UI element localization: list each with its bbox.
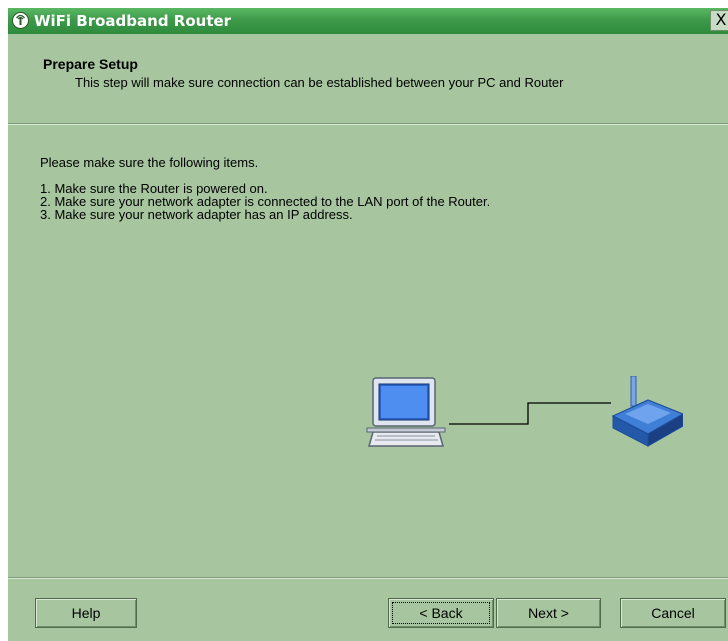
instructions-intro: Please make sure the following items. (40, 155, 259, 170)
checklist: 1. Make sure the Router is powered on. 2… (40, 182, 490, 221)
close-button[interactable]: X (710, 10, 728, 31)
window-title: WiFi Broadband Router (34, 12, 232, 30)
page-title: Prepare Setup (43, 56, 138, 72)
router-icon (611, 376, 683, 447)
connection-diagram (366, 376, 683, 447)
footer-divider (8, 577, 728, 579)
computer-icon (366, 377, 446, 447)
page-subtitle: This step will make sure connection can … (75, 75, 564, 90)
next-button[interactable]: Next > (496, 598, 601, 628)
wizard-header: Prepare Setup This step will make sure c… (8, 34, 728, 124)
setup-wizard-window: WiFi Broadband Router X Prepare Setup Th… (8, 8, 728, 641)
router-antenna-icon (12, 12, 29, 29)
header-divider (8, 123, 728, 125)
back-button[interactable]: < Back (388, 598, 494, 628)
network-cable (449, 402, 611, 425)
back-button-label: < Back (419, 605, 463, 621)
title-bar[interactable]: WiFi Broadband Router X (8, 8, 728, 34)
checklist-item: 3. Make sure your network adapter has an… (40, 207, 353, 222)
help-button[interactable]: Help (35, 598, 137, 628)
cancel-button[interactable]: Cancel (620, 598, 726, 628)
